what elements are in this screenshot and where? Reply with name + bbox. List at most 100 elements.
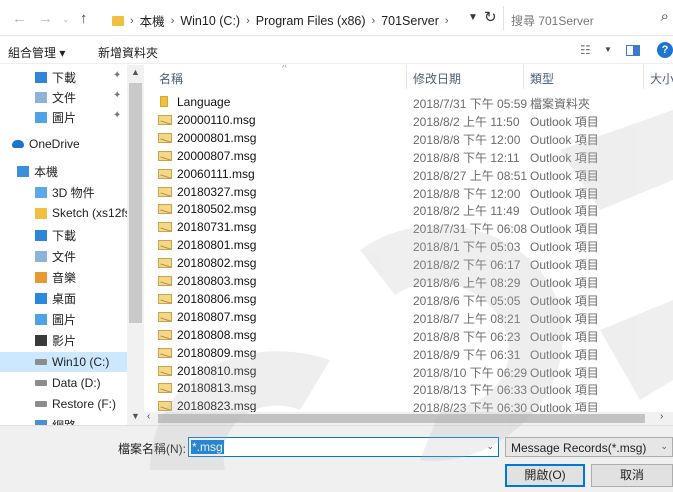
filetype-dropdown-icon[interactable]: ⌄ [660, 441, 668, 452]
file-row[interactable]: 20060111.msg 2018/8/27 上午 08:51 Outlook 項目 [144, 165, 673, 183]
sidebar-item[interactable]: 文件 [0, 246, 128, 266]
new-folder-button[interactable]: 新增資料夾 [98, 44, 158, 61]
back-arrow-icon[interactable]: ← [12, 10, 27, 27]
sidebar-scrollbar[interactable]: ▲ ▼ [127, 65, 144, 425]
help-icon[interactable]: ? [657, 42, 673, 58]
column-divider[interactable] [643, 65, 644, 89]
file-row[interactable]: Language 2018/7/31 下午 05:59 檔案資料夾 [144, 93, 673, 111]
sidebar-item[interactable]: Data (D:) [0, 373, 128, 393]
breadcrumb-item[interactable]: Program Files (x86) [256, 14, 366, 28]
chevron-right-icon[interactable]: › [445, 15, 449, 27]
file-row[interactable]: 20180802.msg 2018/8/2 下午 06:17 Outlook 項目 [144, 254, 673, 272]
scroll-right-icon[interactable]: › [660, 411, 663, 422]
column-divider[interactable] [406, 65, 407, 89]
sidebar-item[interactable]: 音樂 [0, 267, 128, 287]
recent-locations-chevron-icon[interactable]: ⌄ [62, 14, 70, 25]
filetype-select[interactable]: Message Records(*.msg) ⌄ [505, 437, 673, 457]
column-header-size[interactable]: 大小 [650, 70, 673, 87]
sidebar-item[interactable]: 影片 [0, 330, 128, 350]
sidebar-item-label: 3D 物件 [52, 185, 95, 200]
file-row[interactable]: 20180502.msg 2018/8/2 上午 11:49 Outlook 項目 [144, 200, 673, 218]
file-row[interactable]: 20180823.msg 2018/8/23 下午 06:30 Outlook 項目 [144, 397, 673, 412]
file-row[interactable]: 20180810.msg 2018/8/10 下午 06:29 Outlook 項目 [144, 362, 673, 380]
view-dropdown-icon[interactable]: ▼ [604, 45, 612, 54]
chevron-right-icon[interactable]: › [130, 15, 134, 27]
preview-pane-icon[interactable] [626, 45, 640, 56]
breadcrumb-item[interactable]: 701Server [381, 14, 439, 28]
scroll-left-icon[interactable]: ‹ [147, 411, 150, 422]
sidebar-item[interactable]: OneDrive [0, 134, 128, 154]
address-dropdown-icon[interactable]: ▼ [468, 12, 478, 23]
sidebar-item[interactable]: Win10 (C:) [0, 352, 128, 372]
chevron-right-icon[interactable]: › [246, 15, 250, 27]
sidebar-item[interactable]: Restore (F:) [0, 394, 128, 414]
view-options-icon[interactable]: ☷ [580, 43, 591, 57]
breadcrumb-item[interactable]: Win10 (C:) [180, 14, 240, 28]
sidebar-item[interactable]: 下載 ✦ [0, 67, 128, 87]
pin-icon[interactable]: ✦ [113, 90, 121, 101]
column-header-name[interactable]: 名稱 [159, 70, 183, 87]
file-row[interactable]: 20180806.msg 2018/8/6 下午 05:05 Outlook 項目 [144, 290, 673, 308]
search-input[interactable]: 搜尋 701Server ⌕ [503, 6, 673, 30]
sidebar-item[interactable]: 下載 [0, 225, 128, 245]
file-row[interactable]: 20180803.msg 2018/8/6 上午 08:29 Outlook 項目 [144, 272, 673, 290]
pin-icon[interactable]: ✦ [113, 110, 121, 121]
file-row[interactable]: 20180813.msg 2018/8/13 下午 06:33 Outlook 項目 [144, 379, 673, 397]
file-row[interactable]: 20180807.msg 2018/8/7 上午 08:21 Outlook 項目 [144, 308, 673, 326]
forward-arrow-icon[interactable]: → [38, 10, 53, 27]
sidebar-item[interactable]: 本機 [0, 161, 128, 181]
pictures-folder-icon [35, 313, 47, 325]
sidebar-item[interactable]: 圖片 [0, 309, 128, 329]
filename-value[interactable]: *.msg [191, 440, 224, 454]
organize-button[interactable]: 組合管理 ▾ [8, 44, 65, 61]
scroll-down-icon[interactable]: ▼ [131, 411, 140, 421]
file-row[interactable]: 20180731.msg 2018/7/31 下午 06:08 Outlook 項目 [144, 218, 673, 236]
sidebar-item-label: 文件 [52, 90, 77, 105]
column-header-type[interactable]: 類型 [530, 70, 554, 87]
sort-ascending-icon: ^ [282, 65, 287, 74]
sidebar-item[interactable]: 3D 物件 [0, 182, 128, 202]
file-row[interactable]: 20180801.msg 2018/8/1 下午 05:03 Outlook 項目 [144, 236, 673, 254]
filename-dropdown-icon[interactable]: ⌄ [486, 441, 494, 452]
open-button[interactable]: 開啟(O) [505, 464, 585, 487]
file-type: Outlook 項目 [530, 186, 599, 201]
file-type: Outlook 項目 [530, 401, 599, 412]
sidebar-scroll-thumb[interactable] [129, 83, 142, 323]
file-row[interactable]: 20180327.msg 2018/8/8 下午 12:00 Outlook 項目 [144, 183, 673, 201]
sidebar-item[interactable]: 桌面 [0, 288, 128, 308]
filename-input[interactable]: *.msg ⌄ [188, 437, 499, 457]
mail-message-icon [158, 132, 172, 143]
chevron-right-icon[interactable]: › [372, 15, 376, 27]
drive-icon [35, 380, 47, 386]
sidebar-item[interactable]: 圖片 ✦ [0, 107, 128, 127]
sidebar-item[interactable]: 網路 [0, 415, 128, 425]
column-header-modified[interactable]: 修改日期 [413, 70, 461, 87]
sidebar-item[interactable]: Sketch (xs12fs7 [0, 203, 137, 223]
up-arrow-icon[interactable]: ↑ [80, 10, 88, 27]
search-icon[interactable]: ⌕ [661, 8, 669, 25]
filename-label: 檔案名稱(N): [118, 442, 186, 456]
scroll-up-icon[interactable]: ▲ [131, 67, 140, 77]
file-row[interactable]: 20000807.msg 2018/8/8 下午 12:11 Outlook 項目 [144, 147, 673, 165]
pin-icon[interactable]: ✦ [113, 70, 121, 81]
sidebar-item[interactable]: 文件 ✦ [0, 87, 128, 107]
column-header-row: ^ 名稱 修改日期 類型 大小 [144, 65, 673, 89]
file-name: 20180327.msg [177, 184, 257, 199]
breadcrumb-item[interactable]: 本機 [140, 11, 165, 30]
file-row[interactable]: 20000110.msg 2018/8/2 上午 11:50 Outlook 項目 [144, 111, 673, 129]
breadcrumb[interactable]: › 本機 › Win10 (C:) › Program Files (x86) … [112, 11, 449, 30]
horizontal-scrollbar[interactable]: ‹ › [144, 411, 673, 425]
refresh-icon[interactable]: ↻ [484, 8, 497, 26]
file-name: Language [177, 95, 231, 109]
file-row[interactable]: 20000801.msg 2018/8/8 下午 12:00 Outlook 項目 [144, 129, 673, 147]
horizontal-scroll-thumb[interactable] [158, 414, 645, 423]
file-name: 20000807.msg [177, 148, 257, 163]
file-name: 20180807.msg [177, 309, 257, 324]
file-name: 20060111.msg [177, 166, 255, 181]
file-name: 20000110.msg [177, 112, 256, 127]
column-divider[interactable] [523, 65, 524, 89]
chevron-right-icon[interactable]: › [171, 15, 175, 27]
file-row[interactable]: 20180809.msg 2018/8/9 下午 06:31 Outlook 項目 [144, 344, 673, 362]
cancel-button[interactable]: 取消 [591, 464, 673, 487]
file-row[interactable]: 20180808.msg 2018/8/8 下午 06:23 Outlook 項目 [144, 326, 673, 344]
